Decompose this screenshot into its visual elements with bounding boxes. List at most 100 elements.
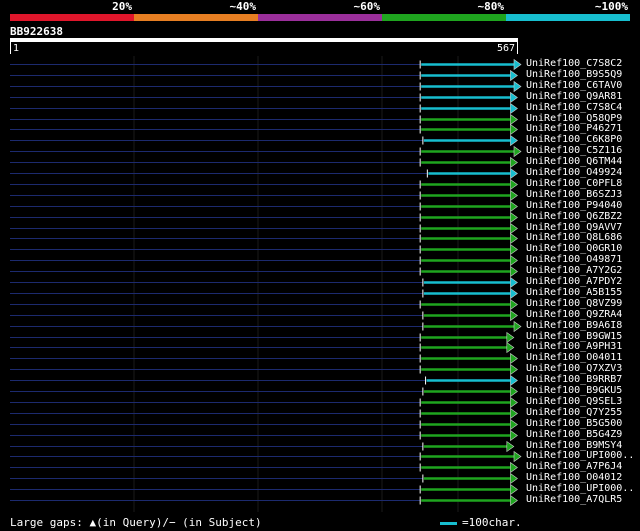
- hit-end-arrow: [510, 461, 518, 474]
- hit-end-arrow: [510, 396, 518, 409]
- hit-label[interactable]: UniRef100_A5B155: [526, 288, 622, 298]
- hit-end-arrow: [510, 102, 518, 115]
- hit-label[interactable]: UniRef100_Q8L686: [526, 233, 622, 243]
- hit-end-arrow: [506, 331, 515, 344]
- hit-row[interactable]: [10, 222, 518, 235]
- hit-end-arrow: [510, 352, 518, 365]
- hit-row[interactable]: [10, 418, 518, 431]
- hit-row[interactable]: [10, 287, 518, 300]
- hit-label[interactable]: UniRef100_B9A6I8: [526, 321, 622, 331]
- hit-end-arrow: [510, 91, 518, 104]
- hit-label[interactable]: UniRef100_B5G4Z9: [526, 430, 622, 440]
- hit-row[interactable]: [10, 178, 518, 191]
- hit-end-arrow: [506, 440, 515, 453]
- hit-row[interactable]: [10, 440, 515, 453]
- hit-row[interactable]: [10, 102, 518, 115]
- hit-row[interactable]: [10, 80, 522, 93]
- hit-end-arrow: [510, 156, 518, 169]
- hit-row[interactable]: [10, 156, 518, 169]
- hit-label[interactable]: UniRef100_UPI000..: [526, 484, 634, 494]
- hit-row[interactable]: [10, 385, 518, 398]
- hit-row[interactable]: [10, 320, 522, 333]
- hit-end-arrow: [510, 298, 518, 311]
- hit-row[interactable]: [10, 254, 518, 267]
- hit-row[interactable]: [10, 352, 518, 365]
- hit-row[interactable]: [10, 145, 522, 158]
- hit-label[interactable]: UniRef100_B5G500: [526, 419, 622, 429]
- hit-row[interactable]: [10, 309, 518, 322]
- hit-label[interactable]: UniRef100_Q7XZV3: [526, 364, 622, 374]
- hit-label[interactable]: UniRef100_Q6ZBZ2: [526, 212, 622, 222]
- hit-label[interactable]: UniRef100_Q9ZRA4: [526, 310, 622, 320]
- hit-row[interactable]: [10, 232, 518, 245]
- hit-label[interactable]: UniRef100_A7P6J4: [526, 462, 622, 472]
- hit-label[interactable]: UniRef100_A9PH31: [526, 342, 622, 352]
- hit-label[interactable]: UniRef100_Q0GR10: [526, 244, 622, 254]
- hit-row[interactable]: [10, 429, 518, 442]
- hit-label[interactable]: UniRef100_B9GKU5: [526, 386, 622, 396]
- hit-row[interactable]: [10, 265, 518, 278]
- hit-end-arrow: [513, 58, 522, 71]
- hit-end-arrow: [506, 341, 515, 354]
- hit-row[interactable]: [10, 483, 518, 496]
- hit-row[interactable]: [10, 91, 518, 104]
- hit-row[interactable]: [10, 396, 518, 409]
- hit-label[interactable]: UniRef100_C5Z116: [526, 146, 622, 156]
- hit-label[interactable]: UniRef100_Q8VZ99: [526, 299, 622, 309]
- hit-row[interactable]: [10, 450, 522, 463]
- hit-row[interactable]: [10, 276, 518, 289]
- hit-row[interactable]: [10, 461, 518, 474]
- hit-label[interactable]: UniRef100_O49871: [526, 255, 622, 265]
- hit-row[interactable]: [10, 341, 515, 354]
- hit-row[interactable]: [10, 374, 518, 387]
- scale-bar: [440, 522, 457, 525]
- hit-end-arrow: [510, 472, 518, 485]
- hit-end-arrow: [510, 189, 518, 202]
- hit-label[interactable]: UniRef100_O04012: [526, 473, 622, 483]
- hit-label[interactable]: UniRef100_A7Y2G2: [526, 266, 622, 276]
- hit-row[interactable]: [10, 363, 518, 376]
- hit-label[interactable]: UniRef100_C6TAV0: [526, 81, 622, 91]
- hit-label[interactable]: UniRef100_UPI000..: [526, 451, 634, 461]
- hit-row[interactable]: [10, 298, 518, 311]
- hit-label[interactable]: UniRef100_B9S5Q9: [526, 70, 622, 80]
- hit-label[interactable]: UniRef100_A7PDY2: [526, 277, 622, 287]
- hit-label[interactable]: UniRef100_Q9SEL3: [526, 397, 622, 407]
- hit-label[interactable]: UniRef100_C7S8C2: [526, 59, 622, 69]
- hit-label[interactable]: UniRef100_B9RRB7: [526, 375, 622, 385]
- hit-row[interactable]: [10, 200, 518, 213]
- hit-label[interactable]: UniRef100_P46271: [526, 124, 622, 134]
- hit-label[interactable]: UniRef100_C7S8C4: [526, 103, 622, 113]
- hit-row[interactable]: [10, 123, 518, 136]
- hit-label[interactable]: UniRef100_O49924: [526, 168, 622, 178]
- hit-end-arrow: [510, 123, 518, 136]
- hit-label[interactable]: UniRef100_C0PFL8: [526, 179, 622, 189]
- hit-list: UniRef100_C7S8C2 UniRef100_B9S5Q9 UniRef10…: [0, 0, 640, 531]
- hit-row[interactable]: [10, 243, 518, 256]
- hit-label[interactable]: UniRef100_C6K8P0: [526, 135, 622, 145]
- hit-row[interactable]: [10, 69, 518, 82]
- hit-row[interactable]: [10, 113, 518, 126]
- hit-end-arrow: [510, 69, 518, 82]
- hit-row[interactable]: [10, 189, 518, 202]
- hit-row[interactable]: [10, 134, 518, 147]
- hit-end-arrow: [510, 222, 518, 235]
- hit-row[interactable]: [10, 331, 515, 344]
- hit-end-arrow: [510, 134, 518, 147]
- hit-label[interactable]: UniRef100_O04011: [526, 353, 622, 363]
- hit-row[interactable]: [10, 472, 518, 485]
- hit-row[interactable]: [10, 407, 518, 420]
- hit-label[interactable]: UniRef100_P94040: [526, 201, 622, 211]
- hit-row[interactable]: [10, 58, 522, 71]
- hit-end-arrow: [510, 418, 518, 431]
- hit-end-arrow: [510, 178, 518, 191]
- hit-row[interactable]: [10, 494, 518, 507]
- hit-label[interactable]: UniRef100_Q7Y255: [526, 408, 622, 418]
- hit-label[interactable]: UniRef100_A7QLR5: [526, 495, 622, 505]
- hit-label[interactable]: UniRef100_Q6TM44: [526, 157, 622, 167]
- hit-row[interactable]: [10, 211, 518, 224]
- hit-label[interactable]: UniRef100_B6SZJ3: [526, 190, 622, 200]
- hit-end-arrow: [510, 494, 518, 507]
- hit-label[interactable]: UniRef100_Q9AR81: [526, 92, 622, 102]
- hit-row[interactable]: [10, 167, 518, 180]
